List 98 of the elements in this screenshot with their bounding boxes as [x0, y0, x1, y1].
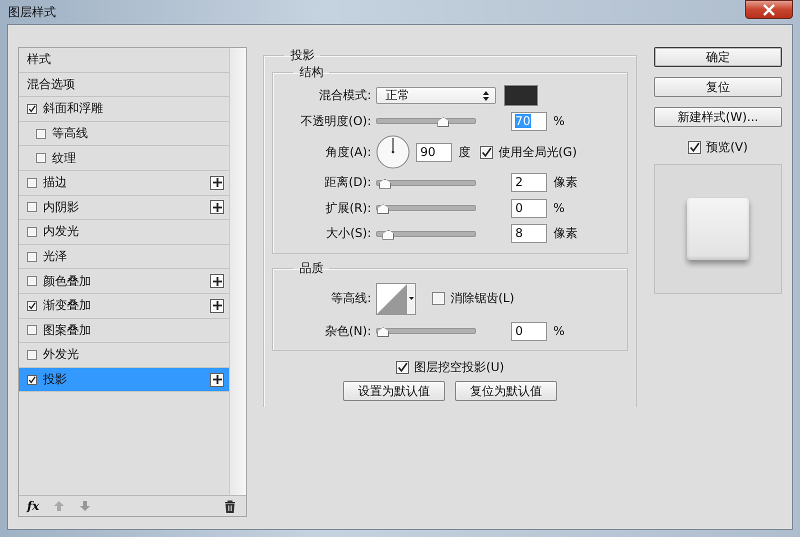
- style-label: 等高线: [52, 125, 89, 142]
- style-label: 内阴影: [43, 198, 80, 216]
- style-label: 混合选项: [27, 76, 76, 93]
- dialog-button[interactable]: 复位: [654, 77, 782, 97]
- field-label: 不透明度(O):: [299, 112, 372, 130]
- field-label: 杂色(N):: [324, 322, 372, 340]
- checkbox[interactable]: [27, 300, 37, 311]
- close-button[interactable]: [745, 0, 793, 19]
- checkbox[interactable]: [27, 374, 37, 385]
- blend-mode-dropdown[interactable]: 正常: [376, 87, 496, 104]
- checkbox[interactable]: [27, 276, 37, 286]
- style-list-item[interactable]: 等高线: [19, 122, 230, 146]
- add-icon[interactable]: [210, 274, 224, 288]
- close-icon: [762, 4, 776, 16]
- caret-icon: [408, 297, 414, 300]
- input-field[interactable]: 0: [511, 322, 548, 341]
- style-list-item[interactable]: 斜面和浮雕: [19, 97, 230, 122]
- style-label: 颜色叠加: [43, 272, 92, 290]
- contour-picker[interactable]: [376, 282, 416, 314]
- field-label: 角度(A):: [324, 144, 372, 160]
- style-list-item[interactable]: 外发光: [19, 343, 230, 368]
- checkbox[interactable]: [36, 128, 46, 139]
- field-label: 混合模式:: [318, 87, 372, 104]
- checkbox[interactable]: [27, 350, 37, 360]
- unit-label: %: [553, 114, 565, 128]
- style-label: 斜面和浮雕: [43, 100, 104, 118]
- default-button[interactable]: 设置为默认值: [343, 381, 446, 401]
- checkbox[interactable]: [432, 292, 446, 305]
- add-icon[interactable]: [210, 372, 224, 387]
- fx-button[interactable]: fx: [27, 499, 40, 513]
- field-label: 距离(D):: [324, 174, 372, 192]
- style-label: 投影: [43, 371, 68, 388]
- checkbox-label: 消除锯齿(L): [450, 290, 514, 307]
- add-icon[interactable]: [210, 298, 224, 313]
- style-label: 纹理: [52, 150, 77, 167]
- checkbox[interactable]: [396, 361, 410, 374]
- checkbox-label: 使用全局光(G): [498, 144, 577, 160]
- add-icon[interactable]: [210, 176, 224, 190]
- preview-square: [687, 198, 749, 260]
- angle-dial[interactable]: [376, 135, 410, 169]
- slider-thumb[interactable]: [378, 178, 391, 189]
- slider-thumb[interactable]: [437, 117, 450, 128]
- style-list-item[interactable]: 描边: [19, 170, 230, 196]
- trash-icon[interactable]: [224, 500, 236, 512]
- slider-thumb[interactable]: [377, 327, 390, 338]
- checkbox[interactable]: [27, 226, 37, 237]
- style-label: 描边: [43, 174, 68, 192]
- style-label: 图案叠加: [43, 322, 92, 339]
- section-title: 结构: [298, 64, 324, 81]
- style-label: 内发光: [43, 223, 80, 240]
- style-list-item[interactable]: 纹理: [19, 146, 230, 171]
- checkbox-label: 图层挖空投影(U): [414, 359, 504, 376]
- scrollbar-track[interactable]: [229, 48, 246, 495]
- slider-thumb[interactable]: [382, 230, 394, 240]
- default-button[interactable]: 复位为默认值: [455, 381, 558, 401]
- style-label: 渐变叠加: [43, 297, 92, 314]
- checkbox[interactable]: [27, 325, 37, 336]
- section-title: 品质: [298, 260, 324, 276]
- dialog-button[interactable]: 确定: [654, 47, 782, 67]
- style-list-item[interactable]: 混合选项: [19, 72, 230, 98]
- unit-label: %: [553, 201, 565, 216]
- field-label: 扩展(R):: [324, 200, 372, 217]
- section-title: 投影: [289, 47, 316, 64]
- checkbox[interactable]: [36, 153, 46, 164]
- unit-label: %: [553, 324, 565, 338]
- stepper-arrows-icon: [483, 90, 490, 101]
- input-field[interactable]: 90: [416, 142, 452, 162]
- style-list-item[interactable]: 内发光: [19, 220, 230, 245]
- unit-label: 像素: [553, 174, 578, 192]
- window-title: 图层样式: [7, 4, 56, 20]
- style-list-item[interactable]: 投影: [19, 368, 230, 392]
- checkbox-label: 预览(V): [706, 139, 748, 156]
- style-list-item[interactable]: 颜色叠加: [19, 269, 230, 294]
- field-label: 等高线:: [330, 290, 372, 307]
- input-field[interactable]: 2: [511, 173, 548, 192]
- style-list-item[interactable]: 渐变叠加: [19, 294, 230, 319]
- style-list-item[interactable]: 内阴影: [19, 196, 230, 220]
- checkbox[interactable]: [27, 178, 37, 188]
- dialog-button[interactable]: 新建样式(W)...: [654, 107, 782, 127]
- add-icon[interactable]: [210, 200, 224, 214]
- checkbox[interactable]: [688, 141, 702, 154]
- input-field[interactable]: 0: [511, 198, 548, 218]
- style-list-item[interactable]: 图案叠加: [19, 318, 230, 344]
- style-list-item[interactable]: 样式: [19, 48, 230, 73]
- style-label: 光泽: [43, 248, 68, 266]
- style-label: 样式: [27, 51, 52, 68]
- style-label: 外发光: [43, 346, 80, 364]
- unit-label: 度: [458, 144, 470, 160]
- field-label: 大小(S):: [325, 225, 372, 242]
- slider-thumb[interactable]: [377, 204, 390, 214]
- checkbox[interactable]: [27, 252, 37, 262]
- checkbox[interactable]: [27, 104, 37, 114]
- checkbox[interactable]: [27, 202, 37, 212]
- style-list-item[interactable]: 光泽: [19, 244, 230, 270]
- checkbox[interactable]: [480, 146, 494, 158]
- color-swatch[interactable]: [504, 85, 538, 106]
- unit-label: 像素: [553, 225, 578, 242]
- input-field[interactable]: 8: [511, 224, 548, 244]
